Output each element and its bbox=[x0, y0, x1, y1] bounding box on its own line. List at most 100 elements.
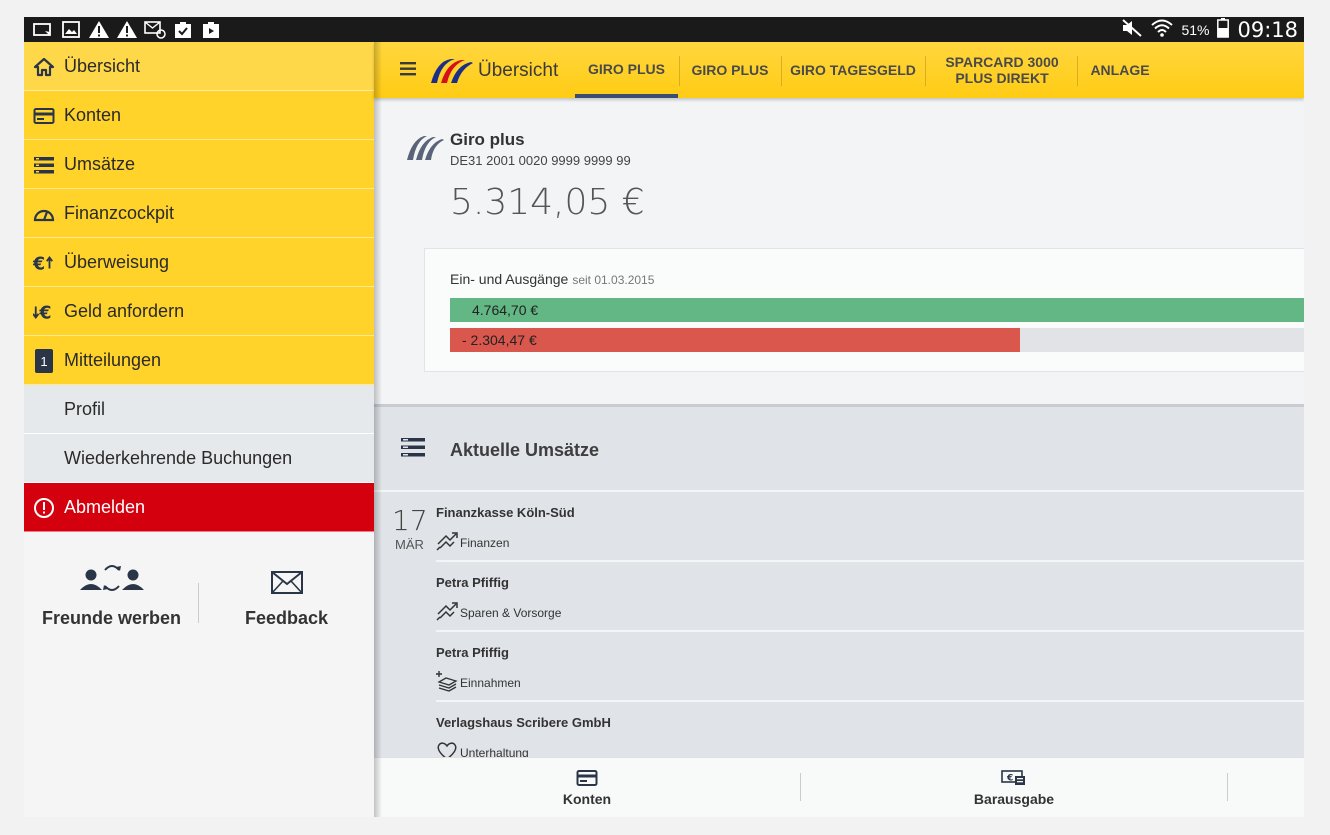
drawer-shadow bbox=[374, 42, 382, 817]
transaction-row[interactable]: Petra Pfiffig Einnahmen bbox=[436, 632, 1304, 702]
wifi-icon bbox=[1151, 19, 1174, 41]
income-expense-panel: Ein- und Ausgänge seit 01.03.2015 4.764,7… bbox=[424, 248, 1304, 372]
tab-giro-plus-2[interactable]: GIRO PLUS bbox=[680, 42, 780, 98]
tab-sparcard-3000[interactable]: SPARCARD 3000 PLUS DIREKT bbox=[939, 42, 1065, 98]
badge-count: 1 bbox=[40, 354, 47, 369]
promo-label: Freunde werben bbox=[41, 608, 182, 628]
card-icon bbox=[374, 769, 800, 787]
bottom-bar-label: Barausgabe bbox=[973, 791, 1055, 807]
nav-label: Überweisung bbox=[64, 251, 170, 272]
transaction-category: Sparen & Vorsorge bbox=[460, 606, 562, 620]
transaction-row[interactable]: Petra Pfiffig Sparen & Vorsorge bbox=[436, 562, 1304, 632]
logout-button[interactable]: Abmelden bbox=[24, 483, 374, 532]
tab-label: GIRO PLUS bbox=[691, 62, 769, 78]
card-icon bbox=[33, 105, 55, 127]
promo-label: Feedback bbox=[244, 608, 329, 628]
home-icon bbox=[33, 56, 55, 78]
transaction-payee: Petra Pfiffig bbox=[436, 645, 509, 660]
account-iban: DE31 2001 0020 9999 9999 99 bbox=[450, 153, 631, 168]
nav-item-mitteilungen[interactable]: 1 Mitteilungen bbox=[24, 336, 374, 385]
refer-friends-button[interactable]: Freunde werben bbox=[24, 556, 199, 629]
nav-item-geld-anfordern[interactable]: € Geld anfordern bbox=[24, 287, 374, 336]
barausgabe-button[interactable]: € Barausgabe bbox=[801, 758, 1227, 817]
date-day: 17 bbox=[392, 504, 428, 537]
nav-label: Konten bbox=[64, 104, 122, 125]
status-bar: 51% 09:18 bbox=[24, 17, 1304, 42]
nav-item-umsaetze[interactable]: Umsätze bbox=[24, 140, 374, 189]
tab-label: GIRO PLUS bbox=[587, 61, 665, 77]
transaction-payee: Finanzkasse Köln-Süd bbox=[436, 505, 575, 520]
nav-label: Umsätze bbox=[64, 153, 136, 174]
nav-item-wiederkehrende-buchungen[interactable]: Wiederkehrende Buchungen bbox=[24, 434, 374, 483]
transaction-payee: Petra Pfiffig bbox=[436, 575, 509, 590]
bank-logo-icon bbox=[429, 55, 473, 90]
feedback-button[interactable]: Feedback bbox=[199, 556, 374, 629]
svg-text:€: € bbox=[1006, 774, 1013, 784]
nav-label: Abmelden bbox=[64, 496, 146, 517]
clock: 09:18 bbox=[1237, 17, 1298, 42]
account-name: Giro plus bbox=[450, 130, 525, 149]
power-icon bbox=[33, 497, 55, 519]
flow-title: Ein- und Ausgänge seit 01.03.2015 bbox=[450, 271, 654, 287]
transfer-arrows-icon bbox=[436, 600, 458, 627]
nav-label: Geld anfordern bbox=[64, 300, 185, 321]
account-summary[interactable]: Giro plus DE31 2001 0020 9999 9999 99 5.… bbox=[374, 98, 1304, 404]
svg-text:€: € bbox=[33, 254, 45, 274]
tab-anlage[interactable]: ANLAGE bbox=[1078, 42, 1162, 98]
bottom-bar-label: Konten bbox=[562, 791, 612, 807]
tab-divider bbox=[925, 56, 926, 86]
tab-giro-tagesgeld[interactable]: GIRO TAGESGELD bbox=[782, 42, 924, 98]
expense-bar-track: - 2.304,47 € bbox=[450, 328, 1304, 352]
konten-button[interactable]: Konten bbox=[374, 758, 800, 817]
transaction-row[interactable]: Verlagshaus Scribere GmbH Unterhaltung bbox=[436, 702, 1304, 757]
page-title: Übersicht bbox=[478, 60, 559, 81]
nav-item-profil[interactable]: Profil bbox=[24, 385, 374, 434]
system-indicators: 51% 09:18 bbox=[1121, 17, 1298, 42]
section-title: Aktuelle Umsätze bbox=[450, 440, 600, 460]
badge-icon: 1 bbox=[33, 349, 55, 373]
income-stack-icon bbox=[436, 670, 458, 697]
nav-item-uebersicht[interactable]: Übersicht bbox=[24, 42, 374, 91]
transfer-arrows-icon bbox=[436, 530, 458, 557]
euro-request-icon: € bbox=[33, 301, 55, 323]
warning-icon bbox=[88, 20, 110, 39]
nav-item-ueberweisung[interactable]: € Überweisung bbox=[24, 238, 374, 287]
account-brand-icon bbox=[406, 132, 444, 167]
bottom-action-bar: Konten € Barausgabe bbox=[374, 757, 1304, 817]
nav-item-finanzcockpit[interactable]: Finanzcockpit bbox=[24, 189, 374, 238]
battery-icon bbox=[1217, 17, 1230, 42]
transaction-category: Unterhaltung bbox=[460, 746, 529, 757]
nav-item-konten[interactable]: Konten bbox=[24, 91, 374, 140]
tab-label: SPARCARD 3000 PLUS DIREKT bbox=[945, 54, 1059, 86]
tab-giro-plus-1[interactable]: GIRO PLUS bbox=[575, 42, 678, 98]
tab-label: GIRO TAGESGELD bbox=[790, 62, 916, 78]
hamburger-menu-icon[interactable] bbox=[400, 62, 416, 81]
flow-title-text: Ein- und Ausgänge bbox=[450, 271, 569, 287]
account-balance: 5.314,05 € bbox=[450, 182, 645, 223]
gauge-icon bbox=[33, 203, 55, 225]
promo-actions: Freunde werben Feedback bbox=[24, 556, 374, 646]
list-icon bbox=[33, 154, 55, 176]
income-bar-track: 4.764,70 € bbox=[450, 298, 1304, 322]
notification-icons bbox=[32, 20, 222, 39]
battery-percent: 51% bbox=[1181, 21, 1210, 38]
recent-transactions: Aktuelle Umsätze 17 MÄR Finanzkasse Köln… bbox=[374, 404, 1304, 757]
envelope-icon bbox=[199, 556, 374, 596]
cast-icon bbox=[32, 20, 54, 39]
email-alert-icon bbox=[144, 20, 166, 39]
transaction-row[interactable]: Finanzkasse Köln-Süd Finanzen bbox=[436, 492, 1304, 562]
date-month: MÄR bbox=[395, 537, 424, 552]
refer-friends-icon bbox=[24, 556, 199, 596]
expense-bar: - 2.304,47 € bbox=[450, 328, 1021, 352]
list-icon bbox=[401, 437, 425, 464]
nav-label: Mitteilungen bbox=[64, 349, 162, 370]
income-amount: 4.764,70 € bbox=[472, 302, 539, 318]
clipboard-check-icon bbox=[172, 20, 194, 39]
nav-label: Übersicht bbox=[64, 55, 141, 76]
tab-label: ANLAGE bbox=[1090, 62, 1150, 78]
nav-label: Profil bbox=[64, 398, 106, 419]
transaction-payee: Verlagshaus Scribere GmbH bbox=[436, 715, 611, 730]
app-bar: Übersicht GIRO PLUS GIRO PLUS GIRO TAGES… bbox=[374, 42, 1304, 98]
device-screen: 51% 09:18 Übersicht Konten Umsätze Finan… bbox=[24, 17, 1304, 817]
euro-transfer-icon: € bbox=[33, 252, 55, 274]
